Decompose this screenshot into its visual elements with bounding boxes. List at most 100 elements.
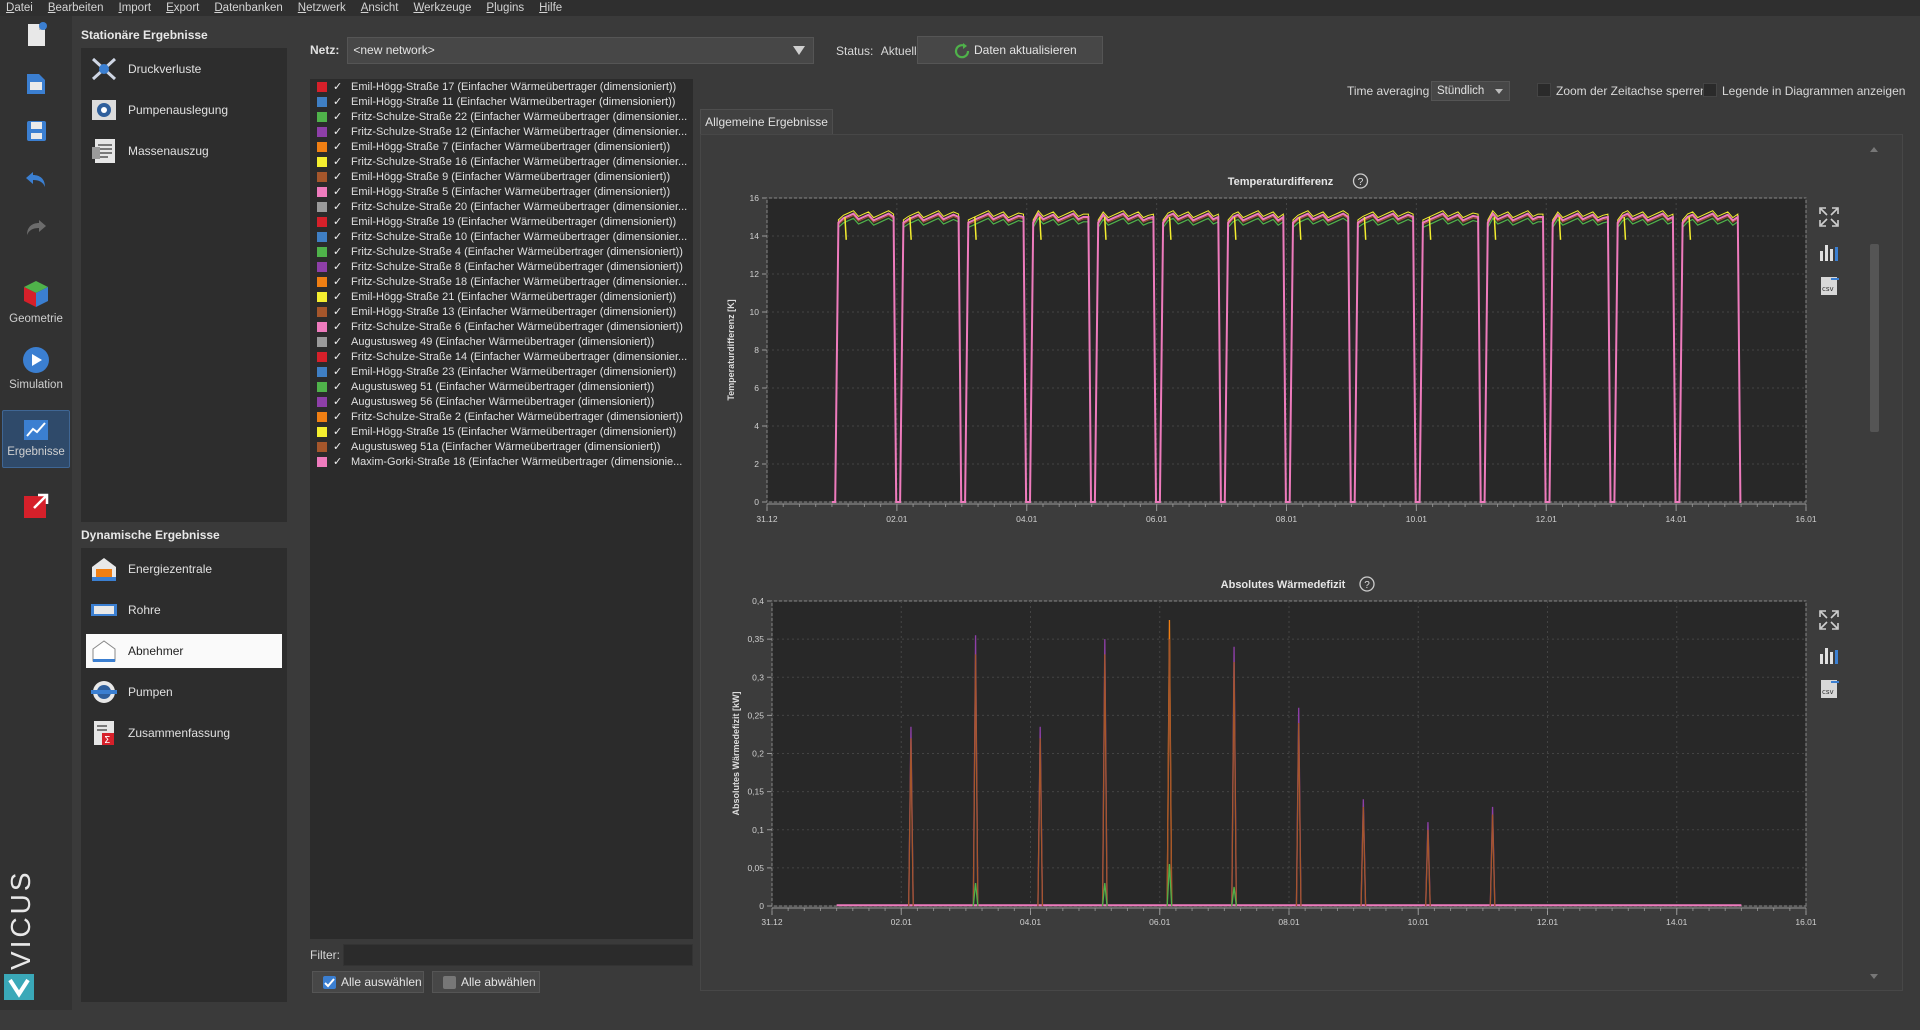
nav-item-summary[interactable]: Σ Zusammenfassung xyxy=(86,716,282,750)
list-item[interactable]: ✓ Augustusweg 51 (Einfacher Wärmeübertrag… xyxy=(310,379,693,394)
list-item[interactable]: ✓ Fritz-Schulze-Straße 12 (Einfacher Wärm… xyxy=(310,124,693,139)
list-item[interactable]: ✓ Augustusweg 51a (Einfacher Wärmeübertra… xyxy=(310,439,693,454)
open-file-button[interactable] xyxy=(2,68,70,98)
list-item[interactable]: ✓ Fritz-Schulze-Straße 10 (Einfacher Wärm… xyxy=(310,229,693,244)
list-item[interactable]: ✓ Fritz-Schulze-Straße 2 (Einfacher Wärme… xyxy=(310,409,693,424)
new-file-button[interactable] xyxy=(2,20,70,50)
menu-item-hilfe[interactable]: Hilfe xyxy=(539,2,562,14)
results-button[interactable]: Ergebnisse xyxy=(2,410,70,468)
chart2-csv-export-button[interactable]: csv xyxy=(1815,675,1843,703)
list-item[interactable]: ✓ Fritz-Schulze-Straße 22 (Einfacher Wärm… xyxy=(310,109,693,124)
checkmark-icon[interactable]: ✓ xyxy=(333,81,343,92)
nav-item-pressure-loss[interactable]: Druckverluste xyxy=(86,52,282,86)
checkmark-icon[interactable]: ✓ xyxy=(333,321,343,332)
nav-item-pipes[interactable]: Rohre xyxy=(86,593,282,627)
geometry-button[interactable]: Geometrie xyxy=(2,278,70,325)
menu-item-plugins[interactable]: Plugins xyxy=(486,2,524,14)
menu-item-datei[interactable]: Datei xyxy=(6,2,33,14)
menu-item-netzwerk[interactable]: Netzwerk xyxy=(298,2,346,14)
chart1-csv-export-button[interactable]: csv xyxy=(1815,272,1843,300)
nav-item-pump-design[interactable]: Pumpenauslegung xyxy=(86,93,282,127)
checkmark-icon[interactable]: ✓ xyxy=(333,381,343,392)
list-item[interactable]: ✓ Emil-Högg-Straße 9 (Einfacher Wärmeüber… xyxy=(310,169,693,184)
list-item[interactable]: ✓ Fritz-Schulze-Straße 4 (Einfacher Wärme… xyxy=(310,244,693,259)
tab-general-results[interactable]: Allgemeine Ergebnisse xyxy=(700,109,833,134)
checkmark-icon[interactable]: ✓ xyxy=(333,411,343,422)
menu-item-bearbeiten[interactable]: Bearbeiten xyxy=(48,2,104,14)
list-item[interactable]: ✓ Fritz-Schulze-Straße 18 (Einfacher Wärm… xyxy=(310,274,693,289)
save-button[interactable] xyxy=(2,116,70,146)
list-item[interactable]: ✓ Augustusweg 56 (Einfacher Wärmeübertrag… xyxy=(310,394,693,409)
checkmark-icon[interactable]: ✓ xyxy=(333,336,343,347)
checkmark-icon[interactable]: ✓ xyxy=(333,306,343,317)
list-item[interactable]: ✓ Emil-Högg-Straße 13 (Einfacher Wärmeübe… xyxy=(310,304,693,319)
simulation-button[interactable]: Simulation xyxy=(2,344,70,391)
zoom-lock-checkbox[interactable] xyxy=(1537,83,1551,97)
chart1-statistics-button[interactable] xyxy=(1815,238,1843,266)
filter-input[interactable] xyxy=(343,944,693,966)
list-item[interactable]: ✓ Fritz-Schulze-Straße 8 (Einfacher Wärme… xyxy=(310,259,693,274)
list-item[interactable]: ✓ Fritz-Schulze-Straße 20 (Einfacher Wärm… xyxy=(310,199,693,214)
results-scrollbar[interactable] xyxy=(1868,144,1880,982)
checkmark-icon[interactable]: ✓ xyxy=(333,246,343,257)
list-item[interactable]: ✓ Fritz-Schulze-Straße 14 (Einfacher Wärm… xyxy=(310,349,693,364)
list-item[interactable]: ✓ Emil-Högg-Straße 7 (Einfacher Wärmeüber… xyxy=(310,139,693,154)
checkmark-icon[interactable]: ✓ xyxy=(333,396,343,407)
export-button[interactable] xyxy=(2,490,70,522)
nav-item-bill-of-quantities[interactable]: Massenauszug xyxy=(86,134,282,168)
list-item[interactable]: ✓ Emil-Högg-Straße 21 (Einfacher Wärmeübe… xyxy=(310,289,693,304)
checkmark-icon[interactable]: ✓ xyxy=(333,171,343,182)
refresh-data-button[interactable]: Daten aktualisieren xyxy=(917,36,1103,64)
series-color-swatch xyxy=(317,441,327,452)
checkmark-icon[interactable]: ✓ xyxy=(333,156,343,167)
list-item[interactable]: ✓ Augustusweg 49 (Einfacher Wärmeübertrag… xyxy=(310,334,693,349)
menu-item-import[interactable]: Import xyxy=(119,2,152,14)
network-combobox[interactable]: <new network> xyxy=(347,36,815,64)
chart2-statistics-button[interactable] xyxy=(1815,641,1843,669)
list-item[interactable]: ✓ Fritz-Schulze-Straße 6 (Einfacher Wärme… xyxy=(310,319,693,334)
checkmark-icon[interactable]: ✓ xyxy=(333,216,343,227)
checkmark-icon[interactable]: ✓ xyxy=(333,426,343,437)
select-all-button[interactable]: Alle auswählen xyxy=(312,971,424,993)
checkmark-icon[interactable]: ✓ xyxy=(333,366,343,377)
list-item[interactable]: ✓ Emil-Högg-Straße 17 (Einfacher Wärmeübe… xyxy=(310,79,693,94)
nav-item-pumps[interactable]: Pumpen xyxy=(86,675,282,709)
checkmark-icon[interactable]: ✓ xyxy=(333,231,343,242)
checkmark-icon[interactable]: ✓ xyxy=(333,111,343,122)
scroll-up-icon[interactable] xyxy=(1868,144,1880,154)
scrollbar-thumb[interactable] xyxy=(1870,244,1879,432)
list-item[interactable]: ✓ Emil-Högg-Straße 15 (Einfacher Wärmeübe… xyxy=(310,424,693,439)
list-item[interactable]: ✓ Emil-Högg-Straße 11 (Einfacher Wärmeübe… xyxy=(310,94,693,109)
list-item[interactable]: ✓ Emil-Högg-Straße 23 (Einfacher Wärmeübe… xyxy=(310,364,693,379)
series-color-swatch xyxy=(317,81,327,92)
checkmark-icon[interactable]: ✓ xyxy=(333,441,343,452)
menu-item-datenbanken[interactable]: Datenbanken xyxy=(214,2,282,14)
checkmark-icon[interactable]: ✓ xyxy=(333,126,343,137)
checkmark-icon[interactable]: ✓ xyxy=(333,141,343,152)
checkmark-icon[interactable]: ✓ xyxy=(333,351,343,362)
checkmark-icon[interactable]: ✓ xyxy=(333,96,343,107)
list-item[interactable]: ✓ Emil-Högg-Straße 19 (Einfacher Wärmeübe… xyxy=(310,214,693,229)
legend-checkbox[interactable] xyxy=(1703,83,1717,97)
time-averaging-combobox[interactable]: Stündlich xyxy=(1431,81,1510,101)
checkmark-icon[interactable]: ✓ xyxy=(333,456,343,467)
scroll-down-icon[interactable] xyxy=(1868,972,1880,982)
checkmark-icon[interactable]: ✓ xyxy=(333,186,343,197)
undo-button[interactable] xyxy=(2,164,70,194)
chart2-fullscreen-button[interactable] xyxy=(1815,606,1843,634)
checkmark-icon[interactable]: ✓ xyxy=(333,291,343,302)
list-item[interactable]: ✓ Emil-Högg-Straße 5 (Einfacher Wärmeüber… xyxy=(310,184,693,199)
list-item[interactable]: ✓ Maxim-Gorki-Straße 18 (Einfacher Wärmeü… xyxy=(310,454,693,469)
checkmark-icon[interactable]: ✓ xyxy=(333,261,343,272)
checkmark-icon[interactable]: ✓ xyxy=(333,276,343,287)
list-item[interactable]: ✓ Fritz-Schulze-Straße 16 (Einfacher Wärm… xyxy=(310,154,693,169)
nav-item-energy-center[interactable]: Energiezentrale xyxy=(86,552,282,586)
deselect-all-button[interactable]: Alle abwählen xyxy=(432,971,540,993)
nav-item-consumers[interactable]: Abnehmer xyxy=(86,634,282,668)
menu-item-ansicht[interactable]: Ansicht xyxy=(361,2,399,14)
redo-button[interactable] xyxy=(2,212,70,242)
menu-item-export[interactable]: Export xyxy=(166,2,199,14)
menu-item-werkzeuge[interactable]: Werkzeuge xyxy=(413,2,471,14)
chart1-fullscreen-button[interactable] xyxy=(1815,203,1843,231)
checkmark-icon[interactable]: ✓ xyxy=(333,201,343,212)
